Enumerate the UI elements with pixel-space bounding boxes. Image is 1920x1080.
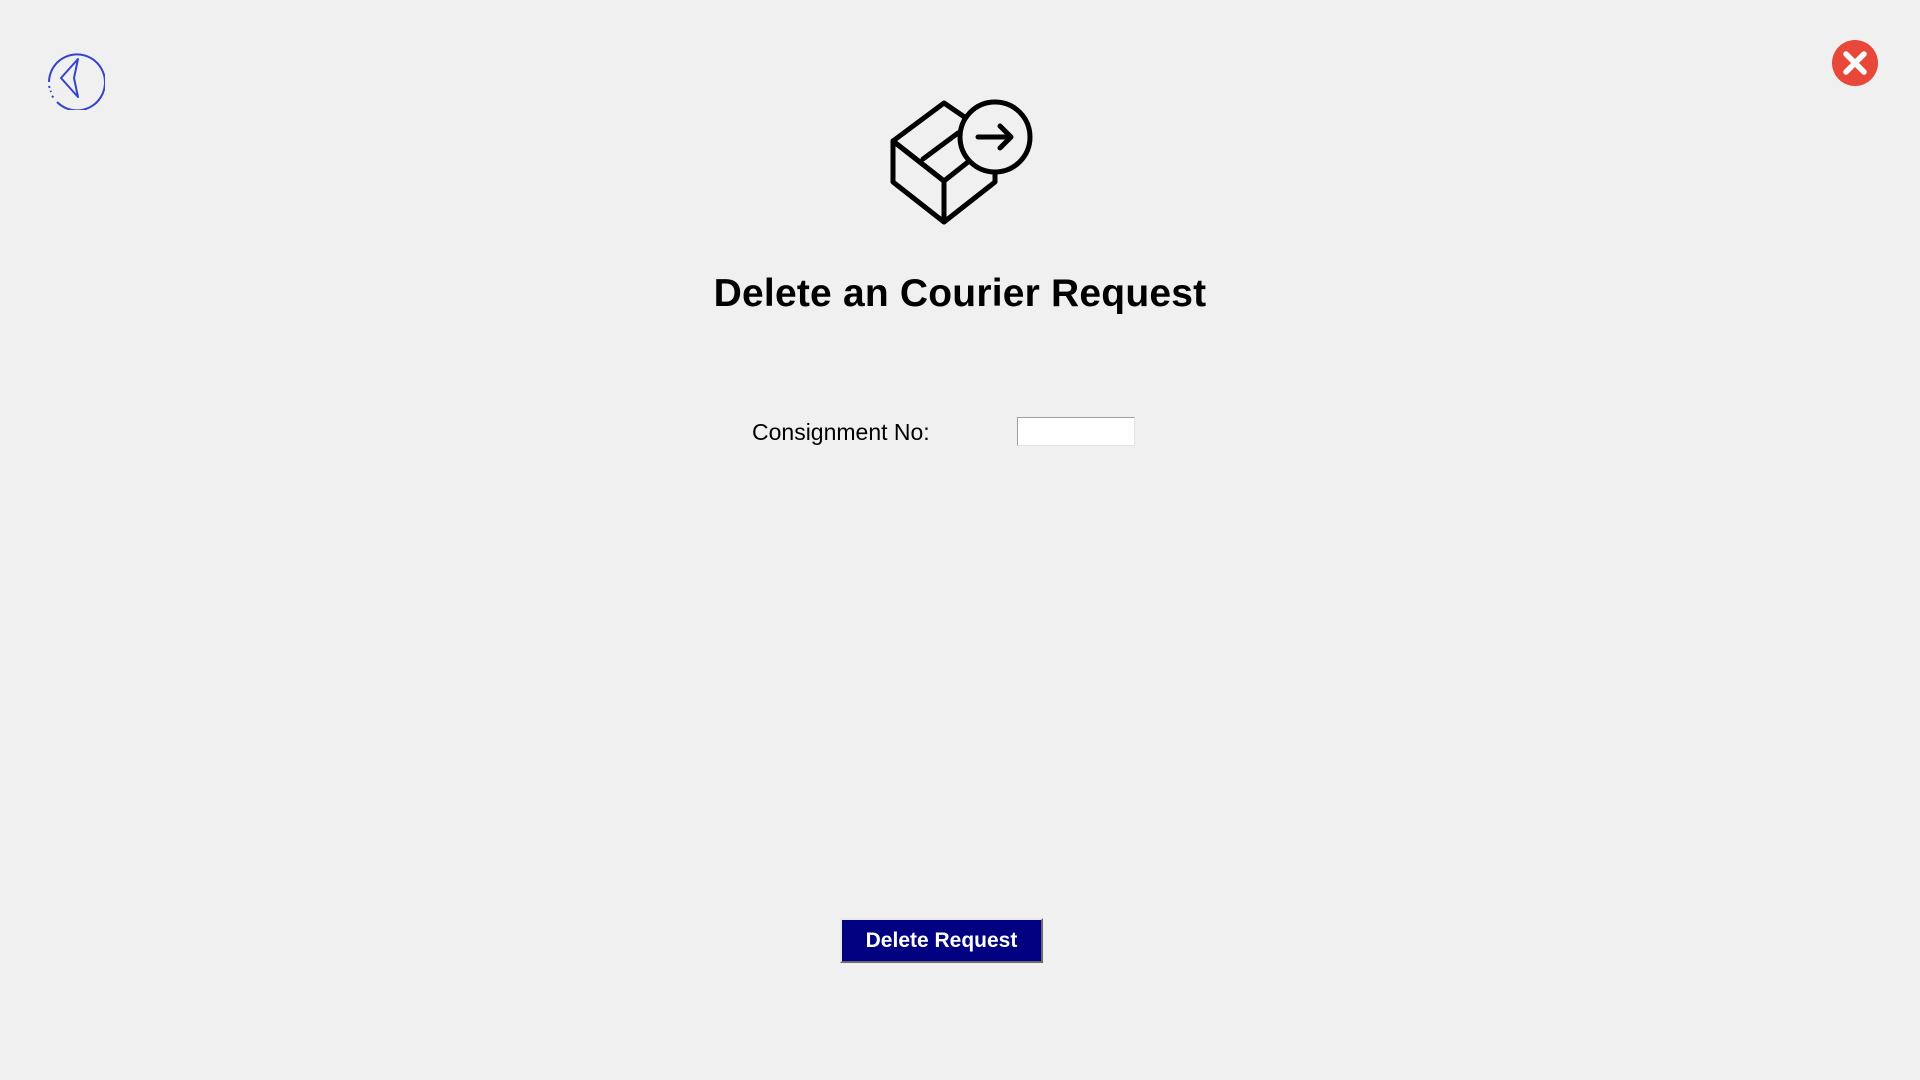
back-button[interactable]	[41, 46, 106, 112]
page-title: Delete an Courier Request	[713, 272, 1207, 315]
package-send-icon	[888, 98, 1033, 228]
close-button[interactable]	[1831, 39, 1879, 87]
consignment-no-label: Consignment No:	[752, 419, 930, 445]
delete-courier-request-page: Delete an Courier Request Consignment No…	[0, 0, 1920, 1080]
back-arrow-circle-icon	[48, 53, 106, 112]
consignment-no-input[interactable]	[1017, 417, 1135, 446]
delete-request-button[interactable]: Delete Request	[840, 918, 1043, 963]
close-circle-icon	[1832, 40, 1878, 86]
